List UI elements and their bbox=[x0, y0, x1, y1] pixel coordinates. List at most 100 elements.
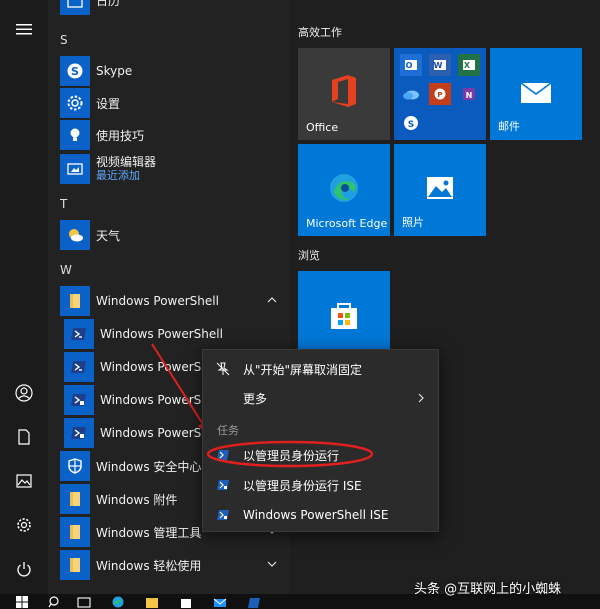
hamburger-menu-icon[interactable] bbox=[10, 15, 38, 43]
edge-logo-icon bbox=[330, 174, 358, 202]
group-header-efficient[interactable]: 高效工作 bbox=[298, 24, 342, 40]
svg-text:S: S bbox=[71, 65, 79, 78]
app-item-powershell-1[interactable]: Windows PowerShell bbox=[64, 319, 289, 349]
chevron-up-icon bbox=[267, 297, 277, 303]
folder-icon bbox=[60, 517, 90, 547]
mail-taskbar-icon[interactable] bbox=[210, 594, 230, 609]
app-label: 设置 bbox=[96, 96, 121, 111]
letter-header-s[interactable]: S bbox=[60, 33, 68, 47]
tile-label: 邮件 bbox=[498, 120, 520, 133]
group-header-browse[interactable]: 浏览 bbox=[298, 247, 320, 263]
app-label: 天气 bbox=[96, 228, 121, 243]
lightbulb-icon bbox=[60, 120, 90, 150]
menu-item-label: 更多 bbox=[243, 391, 268, 406]
powershell-small-icon bbox=[215, 447, 231, 463]
settings-gear-icon[interactable] bbox=[10, 511, 38, 539]
app-item-video-editor[interactable]: 视频编辑器 最近添加 bbox=[60, 154, 285, 184]
powershell-ise-small-icon bbox=[215, 477, 231, 493]
menu-item-label: 从"开始"屏幕取消固定 bbox=[243, 362, 363, 377]
app-item-calendar[interactable]: 日历 bbox=[60, 0, 285, 15]
app-label: 使用技巧 bbox=[96, 128, 145, 143]
office-logo-icon bbox=[332, 75, 356, 107]
app-label: Windows PowerSh bbox=[100, 393, 209, 407]
app-item-weather[interactable]: 天气 bbox=[60, 220, 285, 250]
tile-edge[interactable]: Microsoft Edge bbox=[298, 144, 390, 236]
unpin-icon bbox=[215, 361, 231, 377]
menu-item-run-as-admin-ise[interactable]: 以管理员身份运行 ISE bbox=[203, 471, 440, 499]
file-explorer-icon[interactable] bbox=[142, 594, 162, 609]
svg-text:S: S bbox=[408, 120, 414, 130]
pictures-icon[interactable] bbox=[10, 467, 38, 495]
app-label: Windows PowerSh bbox=[100, 360, 209, 374]
powershell-ise-icon bbox=[64, 418, 94, 448]
app-label: Windows PowerShell bbox=[96, 294, 219, 308]
power-icon[interactable] bbox=[10, 555, 38, 583]
menu-item-run-as-admin[interactable]: 以管理员身份运行 bbox=[203, 441, 440, 469]
store-taskbar-icon[interactable] bbox=[176, 594, 196, 609]
app-item-powershell-folder[interactable]: Windows PowerShell bbox=[60, 286, 285, 316]
word-icon: W bbox=[429, 54, 451, 76]
store-bag-icon bbox=[331, 303, 357, 329]
svg-text:W: W bbox=[434, 61, 443, 70]
menu-item-label: Windows PowerShell ISE bbox=[243, 508, 389, 522]
start-button-windows-icon[interactable] bbox=[12, 594, 32, 609]
app-label: Windows 管理工具 bbox=[96, 525, 202, 540]
start-rail bbox=[0, 0, 48, 594]
tile-photos[interactable]: 照片 bbox=[394, 144, 486, 236]
app-item-ease-of-access[interactable]: Windows 轻松使用 bbox=[60, 550, 285, 580]
app-label: Windows 安全中心 bbox=[96, 459, 202, 474]
menu-item-label: 以管理员身份运行 bbox=[243, 448, 340, 463]
task-view-icon[interactable] bbox=[74, 594, 94, 609]
svg-text:P: P bbox=[437, 91, 442, 99]
user-account-icon[interactable] bbox=[10, 379, 38, 407]
skype-icon: S bbox=[60, 56, 90, 86]
edge-taskbar-icon[interactable] bbox=[108, 594, 128, 609]
recently-added-label: 最近添加 bbox=[96, 169, 140, 182]
context-menu: 从"开始"屏幕取消固定 更多 任务 以管理员身份运行 以管理员身份运行 ISE … bbox=[202, 349, 439, 532]
tile-label: Office bbox=[306, 121, 339, 134]
app-label: 视频编辑器 bbox=[96, 155, 157, 169]
gear-icon bbox=[60, 88, 90, 118]
letter-header-w[interactable]: W bbox=[60, 263, 72, 277]
tile-office-apps-group[interactable]: O W X P N S bbox=[394, 48, 486, 140]
menu-item-powershell-ise[interactable]: Windows PowerShell ISE bbox=[203, 501, 440, 529]
menu-section-tasks: 任务 bbox=[217, 424, 239, 437]
skype-small-icon: S bbox=[400, 112, 422, 134]
documents-icon[interactable] bbox=[10, 423, 38, 451]
powershell-taskbar-icon[interactable] bbox=[244, 594, 264, 609]
shield-icon bbox=[60, 451, 90, 481]
folder-icon bbox=[60, 484, 90, 514]
menu-item-label: 以管理员身份运行 ISE bbox=[243, 478, 362, 493]
search-icon[interactable] bbox=[44, 594, 64, 609]
excel-icon: X bbox=[458, 54, 480, 76]
app-item-tips[interactable]: 使用技巧 bbox=[60, 120, 285, 150]
app-item-settings[interactable]: 设置 bbox=[60, 88, 285, 118]
svg-text:N: N bbox=[466, 91, 473, 100]
letter-header-t[interactable]: T bbox=[60, 197, 67, 211]
chevron-down-icon bbox=[267, 561, 277, 567]
svg-text:X: X bbox=[464, 61, 471, 70]
onenote-icon: N bbox=[458, 83, 480, 105]
photos-icon bbox=[427, 177, 453, 199]
watermark-text: 头条 @互联网上的小蜘蛛 bbox=[414, 582, 562, 597]
powershell-icon bbox=[64, 352, 94, 382]
powershell-ise-small-icon bbox=[215, 507, 231, 523]
chevron-right-icon bbox=[418, 393, 424, 403]
folder-icon bbox=[60, 550, 90, 580]
onedrive-icon bbox=[400, 83, 422, 105]
folder-icon bbox=[60, 286, 90, 316]
weather-sun-icon bbox=[60, 220, 90, 250]
app-item-skype[interactable]: S Skype bbox=[60, 56, 285, 86]
powerpoint-icon: P bbox=[429, 83, 451, 105]
svg-text:O: O bbox=[406, 61, 413, 70]
app-label: 日历 bbox=[96, 0, 121, 8]
menu-item-unpin[interactable]: 从"开始"屏幕取消固定 bbox=[203, 355, 440, 383]
powershell-ise-icon bbox=[64, 385, 94, 415]
tile-mail[interactable]: 邮件 bbox=[490, 48, 582, 140]
mail-envelope-icon bbox=[520, 82, 552, 103]
menu-item-more[interactable]: 更多 bbox=[203, 384, 440, 412]
app-label: Windows PowerSh bbox=[100, 426, 209, 440]
tile-label: 照片 bbox=[402, 216, 424, 229]
calendar-icon bbox=[60, 0, 90, 15]
tile-office[interactable]: Office bbox=[298, 48, 390, 140]
